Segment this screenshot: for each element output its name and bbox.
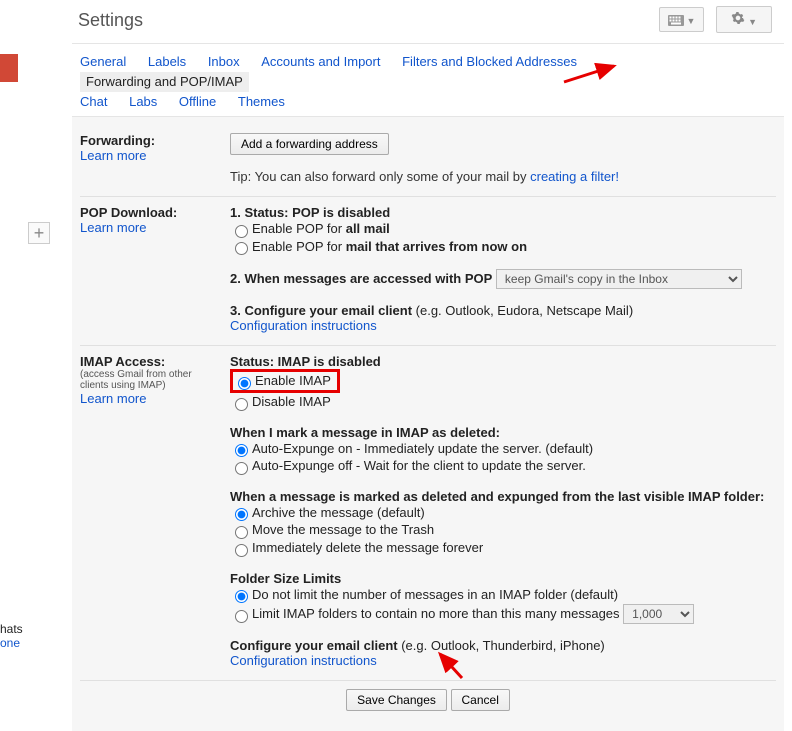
expunge-off-radio[interactable] [235,462,248,475]
limit-count-select[interactable]: 1,000 [623,604,694,624]
hangouts-stub: hats one [0,622,23,650]
expunge-on-radio[interactable] [235,444,248,457]
creating-filter-link[interactable]: creating a filter! [530,169,619,184]
immediate-delete-radio[interactable] [235,544,248,557]
imap-config-instructions-link[interactable]: Configuration instructions [230,653,776,668]
imap-disable-radio[interactable] [235,398,248,411]
imap-expunged-heading: When a message is marked as deleted and … [230,489,776,504]
limit-radio[interactable] [235,610,248,623]
tab-inbox[interactable]: Inbox [208,52,240,72]
enable-imap-highlight: Enable IMAP [230,369,340,393]
imap-subnote: (access Gmail from other clients using I… [80,369,214,391]
tab-forwarding[interactable]: Forwarding and POP/IMAP [80,72,249,92]
tab-filters[interactable]: Filters and Blocked Addresses [402,52,577,72]
pop-action-select[interactable]: keep Gmail's copy in the Inbox [496,269,742,289]
pop-heading: POP Download: [80,205,214,220]
cancel-button[interactable]: Cancel [451,689,510,711]
forwarding-tip: Tip: You can also forward only some of y… [230,169,776,184]
compose-stub [0,54,18,82]
pop-enable-all-radio[interactable] [235,225,248,238]
add-forwarding-address-button[interactable]: Add a forwarding address [230,133,389,155]
pop-status: 1. Status: POP is disabled [230,205,776,220]
gear-icon [731,11,745,25]
imap-learn-more-link[interactable]: Learn more [80,391,214,406]
no-limit-radio[interactable] [235,590,248,603]
imap-heading: IMAP Access: [80,354,214,369]
imap-deleted-heading: When I mark a message in IMAP as deleted… [230,425,776,440]
tab-accounts[interactable]: Accounts and Import [261,52,380,72]
chevron-down-icon: ▼ [748,17,757,27]
settings-gear-button[interactable]: ▼ [716,6,772,33]
tab-chat[interactable]: Chat [80,92,107,112]
imap-enable-radio[interactable] [238,377,251,390]
tab-themes[interactable]: Themes [238,92,285,112]
pop-when-accessed-label: 2. When messages are accessed with POP [230,271,492,286]
forwarding-heading: Forwarding: [80,133,214,148]
pop-learn-more-link[interactable]: Learn more [80,220,214,235]
tab-general[interactable]: General [80,52,126,72]
tab-offline[interactable]: Offline [179,92,216,112]
chevron-down-icon: ▼ [687,16,696,26]
input-tools-button[interactable]: ▼ [659,7,705,32]
folder-limits-heading: Folder Size Limits [230,571,776,586]
pop-configure-label: 3. Configure your email client (e.g. Out… [230,303,776,318]
forwarding-learn-more-link[interactable]: Learn more [80,148,214,163]
save-changes-button[interactable]: Save Changes [346,689,447,711]
add-label-button[interactable]: + [28,222,50,244]
tab-labs[interactable]: Labs [129,92,157,112]
settings-tabs: General Labels Inbox Accounts and Import… [72,44,784,116]
tab-labels[interactable]: Labels [148,52,186,72]
imap-configure-label: Configure your email client (e.g. Outloo… [230,638,776,653]
page-title: Settings [78,10,143,31]
keyboard-icon [668,15,684,26]
pop-config-instructions-link[interactable]: Configuration instructions [230,318,776,333]
archive-radio[interactable] [235,508,248,521]
pop-enable-now-radio[interactable] [235,242,248,255]
trash-radio[interactable] [235,526,248,539]
topbar: Settings ▼ ▼ [72,0,784,44]
imap-status: Status: IMAP is disabled [230,354,776,369]
